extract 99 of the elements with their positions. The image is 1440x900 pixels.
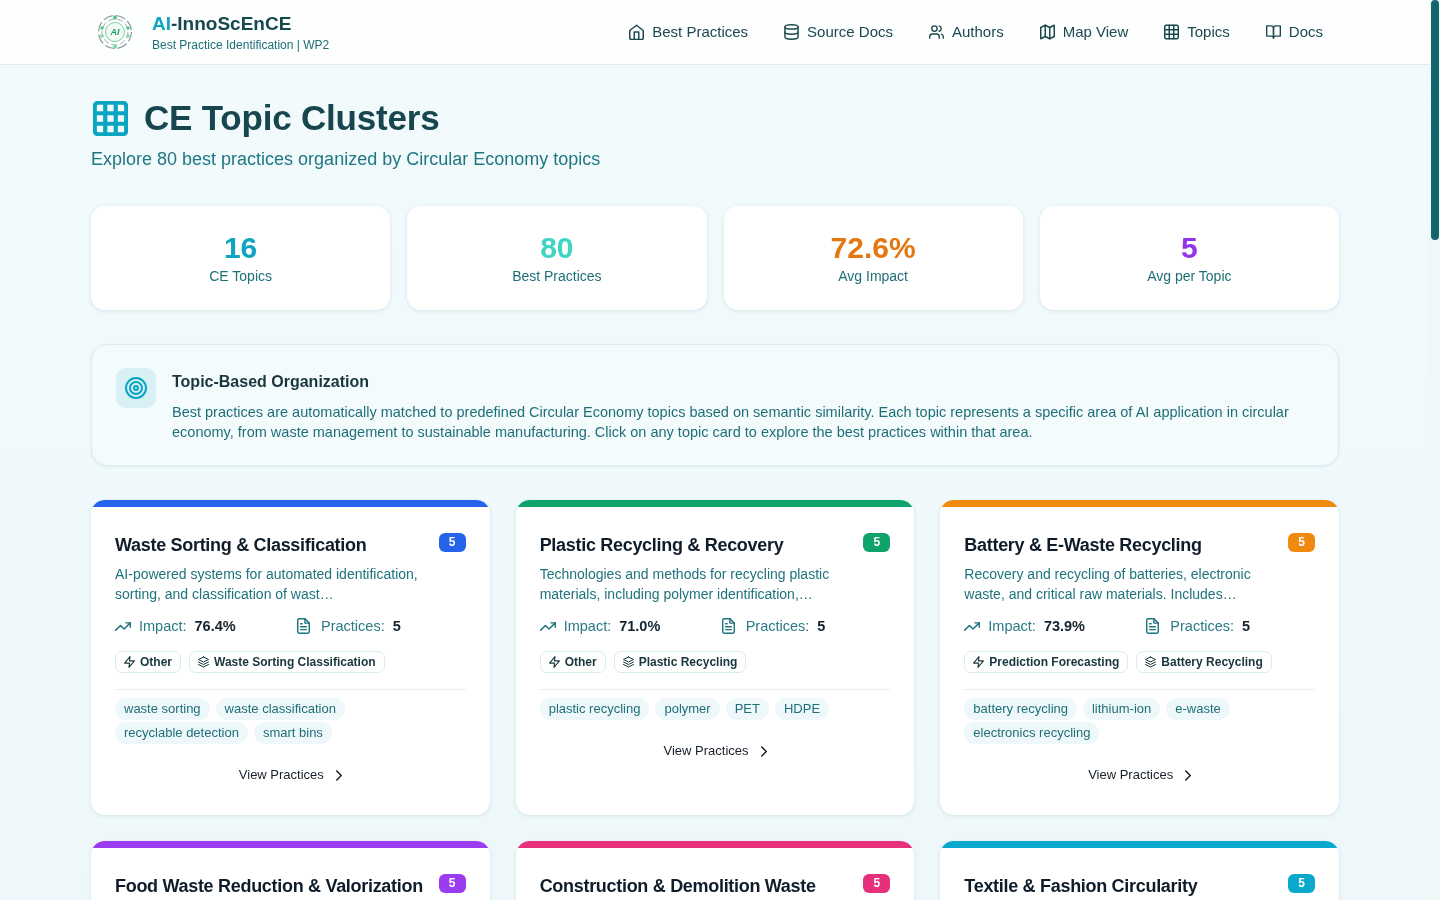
brand-tagline: Best Practice Identification | WP2: [152, 37, 330, 53]
stat-value: 72.6%: [830, 231, 916, 265]
grid-icon: [1164, 24, 1180, 40]
practices-value: 5: [817, 617, 826, 636]
trending-up-icon: [539, 621, 556, 631]
chevron-right-icon: [335, 769, 342, 781]
topic-card[interactable]: [515, 500, 915, 815]
category-label: Plastic Recycling: [638, 655, 738, 669]
layers-icon: [1145, 656, 1157, 668]
page-subtitle: Explore 80 best practices organized by Circular Economy topics: [91, 148, 602, 171]
topic-card[interactable]: [91, 500, 490, 815]
chevron-right-icon: [760, 745, 767, 757]
page-title: CE Topic Clusters: [144, 97, 440, 139]
practices-value: 5: [1242, 617, 1251, 636]
topic-title: Food Waste Reduction & Valorization: [115, 875, 424, 898]
stat-label: Best Practices: [512, 267, 602, 285]
lightning-icon: [548, 656, 560, 668]
stat-label: Avg per Topic: [1147, 267, 1232, 285]
practice-count: 5: [863, 874, 891, 893]
view-practices-link[interactable]: View Practices: [238, 765, 342, 785]
keyword-tag: plastic recycling: [539, 698, 650, 720]
topic-card[interactable]: Textile & Fashion Circularity 5: [940, 841, 1339, 900]
trending-up-icon: [115, 621, 131, 631]
topic-title: Plastic Recycling & Recovery: [539, 534, 785, 557]
stat-label: CE Topics: [209, 267, 272, 285]
nav-link[interactable]: Authors: [929, 22, 1004, 42]
practices-label: Practices:: [745, 617, 810, 636]
topic-description: AI-powered systems for automated identification, sorting, and classification of wast…: [115, 565, 419, 604]
keyword-tag: lithium-ion: [1083, 698, 1161, 720]
lightning-icon: [124, 656, 135, 668]
stat-value: 16: [223, 231, 258, 265]
practices-value: 5: [392, 617, 401, 636]
topic-title: Textile & Fashion Circularity: [964, 875, 1199, 898]
brand-name: AI-InnoScEnCE: [152, 13, 293, 35]
target-icon: [116, 368, 156, 408]
practices-label: Practices:: [1170, 617, 1234, 636]
category-label: Battery Recycling: [1161, 655, 1263, 669]
category-label: Waste Sorting Classification: [214, 655, 376, 669]
document-icon: [721, 618, 735, 634]
impact-value: 71.0%: [619, 617, 661, 636]
keyword-tag: waste classification: [215, 698, 345, 720]
topic-description: Technologies and methods for recycling plastic materials, including polymer identification,…: [539, 565, 831, 604]
scrollbar-thumb[interactable]: [1431, 0, 1439, 240]
map-icon: [1039, 24, 1055, 40]
keyword-tag: battery recycling: [964, 698, 1077, 720]
lightning-icon: [973, 656, 985, 668]
document-icon: [297, 618, 310, 634]
practice-count: 5: [438, 533, 466, 552]
practice-count: 5: [438, 874, 466, 893]
document-icon: [1146, 618, 1160, 634]
method-label: Prediction Forecasting: [989, 655, 1120, 669]
keyword-tag: electronics recycling: [964, 722, 1100, 744]
info-text: Best practices are automatically matched to predefined Circular Economy topics based on semantic similarity. Each topic represents a specific area of AI application in circular economy, from waste management to sustainable manufacturing. Click on any topic card to explore the best practices within that area.: [172, 403, 1290, 442]
nav-link[interactable]: Source Docs: [784, 22, 893, 42]
impact-label: Impact:: [563, 617, 612, 636]
database-icon: [784, 24, 800, 40]
grid-icon: [93, 100, 128, 136]
nav-link[interactable]: Map View: [1039, 22, 1129, 42]
info-title: Topic-Based Organization: [172, 372, 371, 392]
practices-label: Practices:: [321, 617, 385, 636]
keyword-tag: HDPE: [774, 698, 830, 720]
practice-count: 5: [863, 533, 891, 552]
view-practices-link[interactable]: View Practices: [1088, 765, 1192, 785]
impact-label: Impact:: [988, 617, 1036, 636]
stat-value: 80: [540, 231, 574, 265]
practice-count: 5: [1288, 874, 1315, 893]
keyword-tag: smart bins: [253, 722, 332, 744]
view-practices-link[interactable]: View Practices: [663, 741, 767, 761]
keyword-tag: waste sorting: [115, 698, 210, 720]
stat-label: Avg Impact: [838, 267, 908, 285]
users-icon: [929, 24, 944, 40]
stat-value: 5: [1181, 231, 1198, 265]
topic-card[interactable]: Food Waste Reduction & Valorization 5: [91, 841, 490, 900]
topic-title: Waste Sorting & Classification: [115, 534, 368, 557]
topic-title: Construction & Demolition Waste: [539, 875, 817, 898]
method-label: Other: [564, 655, 597, 669]
logo-emblem: AI: [97, 14, 133, 50]
practice-count: 5: [1288, 533, 1315, 552]
book-icon: [1265, 24, 1281, 40]
topic-description: Recovery and recycling of batteries, electronic waste, and critical raw materials. Includes…: [964, 565, 1252, 604]
layers-icon: [198, 656, 209, 668]
nav-link[interactable]: Best Practices: [629, 22, 749, 42]
keyword-tag: e-waste: [1166, 698, 1230, 720]
home-icon: [629, 24, 645, 40]
impact-value: 73.9%: [1043, 617, 1085, 636]
keyword-tag: polymer: [655, 698, 720, 720]
keyword-tag: PET: [725, 698, 769, 720]
method-label: Other: [140, 655, 172, 669]
topic-title: Battery & E-Waste Recycling: [964, 534, 1203, 557]
impact-label: Impact:: [139, 617, 187, 636]
impact-value: 76.4%: [194, 617, 236, 636]
keyword-tag: recyclable detection: [115, 722, 248, 744]
trending-up-icon: [964, 621, 981, 631]
topic-card[interactable]: Construction & Demolition Waste 5: [515, 841, 915, 900]
topic-card[interactable]: [940, 500, 1339, 815]
chevron-right-icon: [1185, 769, 1192, 781]
layers-icon: [622, 656, 634, 668]
nav-link[interactable]: Topics: [1164, 22, 1230, 42]
nav-link[interactable]: Docs: [1265, 22, 1323, 42]
